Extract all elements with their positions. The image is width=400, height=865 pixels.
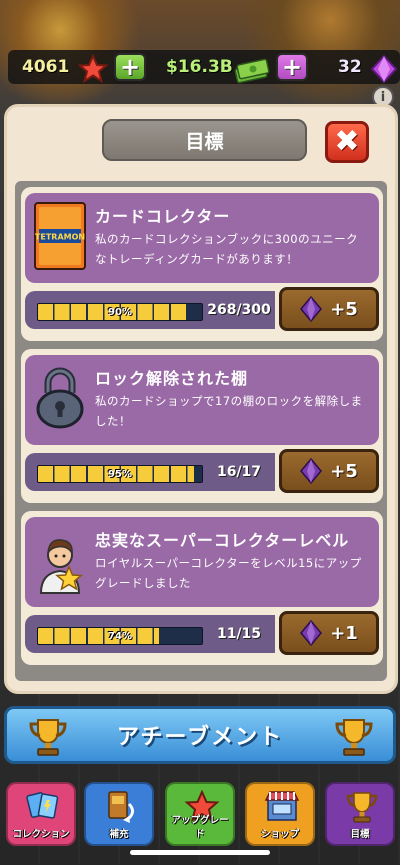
- claim-reward-button[interactable]: +5: [279, 449, 379, 493]
- buy-stars-button[interactable]: +: [114, 50, 146, 84]
- goals-modal: 目標 ✖ TETRAMON カードコレクター 私のカードコレクションブックに30…: [4, 104, 398, 694]
- nav-label: アップグレード: [171, 815, 229, 840]
- achievements-label: アチーブメント: [116, 725, 284, 750]
- achievement-header: ロック解除された棚 私のカードショップで17の棚のロックを解除しました！: [25, 355, 379, 445]
- gem-icon: [300, 296, 323, 322]
- trophy-icon: [29, 719, 67, 756]
- achievement-title: カードコレクター: [95, 207, 231, 226]
- progress-bar: 90%: [37, 303, 203, 321]
- gems-value: 32: [338, 57, 362, 77]
- progress-count: 11/15: [216, 626, 262, 642]
- progress-count: 268/300: [207, 302, 271, 318]
- buy-cash-button[interactable]: +: [276, 50, 308, 84]
- progress-row: 95% 16/17: [25, 453, 275, 491]
- achievement-title: 忠実なスーパーコレクターレベル: [95, 531, 350, 550]
- close-icon: ✖: [334, 124, 360, 159]
- padlock-icon: [36, 367, 84, 429]
- nav-upgrade-button[interactable]: アップグレード: [165, 782, 235, 846]
- gem-icon: [300, 458, 323, 484]
- shop-icon: [264, 791, 300, 821]
- achievement-description: 私のカードコレクションブックに300のユニークなトレーディングカードがあります！: [95, 232, 359, 266]
- progress-percent: 74%: [108, 630, 132, 642]
- achievement-card-collector: TETRAMON カードコレクター 私のカードコレクションブックに300のユニー…: [21, 187, 383, 341]
- cash-value: $16.3B: [166, 57, 233, 77]
- progress-percent: 90%: [108, 306, 132, 318]
- trophy-icon: [335, 719, 373, 756]
- achievement-header: TETRAMON カードコレクター 私のカードコレクションブックに300のユニー…: [25, 193, 379, 283]
- achievement-title: ロック解除された棚: [95, 369, 249, 388]
- currency-bar: 4061 + $16.3B + 32: [8, 50, 400, 84]
- star-currency-icon: [78, 53, 108, 84]
- claim-reward-button[interactable]: +1: [279, 611, 379, 655]
- achievement-header: 忠実なスーパーコレクターレベル ロイヤルスーパーコレクターをレベル15にアップグ…: [25, 517, 379, 607]
- modal-title: 目標: [185, 130, 224, 153]
- cards-icon: [26, 792, 59, 819]
- plus-icon: +: [119, 53, 141, 81]
- achievement-card-shelves: ロック解除された棚 私のカードショップで17の棚のロックを解除しました！ 95%…: [21, 349, 383, 503]
- nav-collection-button[interactable]: コレクション: [6, 782, 76, 846]
- card-brand-text: TETRAMON: [35, 233, 85, 242]
- modal-title-pill: 目標: [102, 119, 307, 161]
- reward-amount: +5: [330, 298, 358, 320]
- gem-icon: [300, 620, 323, 646]
- nav-goals-button[interactable]: 目標: [325, 782, 395, 846]
- nav-label: コレクション: [12, 829, 70, 840]
- progress-count: 16/17: [216, 464, 262, 480]
- stars-value: 4061: [22, 57, 70, 77]
- gem-icon: [370, 54, 398, 84]
- cash-counter: $16.3B: [166, 50, 233, 84]
- reward-amount: +1: [330, 622, 358, 644]
- trading-card-icon: TETRAMON: [34, 202, 86, 270]
- stars-counter: 4061: [22, 50, 69, 84]
- progress-bar: 74%: [37, 627, 203, 645]
- achievement-description: ロイヤルスーパーコレクターをレベル15にアップグレードしました: [95, 556, 362, 590]
- restock-icon: [108, 791, 134, 823]
- trophy-icon: [346, 792, 378, 823]
- nav-label: 目標: [350, 829, 370, 840]
- claim-reward-button[interactable]: +5: [279, 287, 379, 331]
- nav-label: 補充: [109, 829, 129, 840]
- progress-bar: 95%: [37, 465, 203, 483]
- achievement-card-supercollector: 忠実なスーパーコレクターレベル ロイヤルスーパーコレクターをレベル15にアップグ…: [21, 511, 383, 665]
- achievements-list[interactable]: TETRAMON カードコレクター 私のカードコレクションブックに300のユニー…: [15, 181, 387, 681]
- nav-restock-button[interactable]: 補充: [84, 782, 154, 846]
- close-button[interactable]: ✖: [325, 121, 369, 163]
- collector-avatar-icon: [39, 539, 83, 594]
- progress-percent: 95%: [108, 468, 132, 480]
- nav-label: ショップ: [260, 829, 299, 840]
- gems-counter: 32: [338, 50, 362, 84]
- progress-row: 74% 11/15: [25, 615, 275, 653]
- achievements-button[interactable]: アチーブメント: [4, 706, 396, 764]
- reward-amount: +5: [330, 460, 358, 482]
- cash-stack-icon: [234, 58, 270, 84]
- progress-row: 90% 268/300: [25, 291, 275, 329]
- achievement-description: 私のカードショップで17の棚のロックを解除しました！: [95, 394, 363, 428]
- plus-icon: +: [281, 53, 303, 81]
- home-indicator[interactable]: [130, 850, 270, 855]
- nav-shop-button[interactable]: ショップ: [245, 782, 315, 846]
